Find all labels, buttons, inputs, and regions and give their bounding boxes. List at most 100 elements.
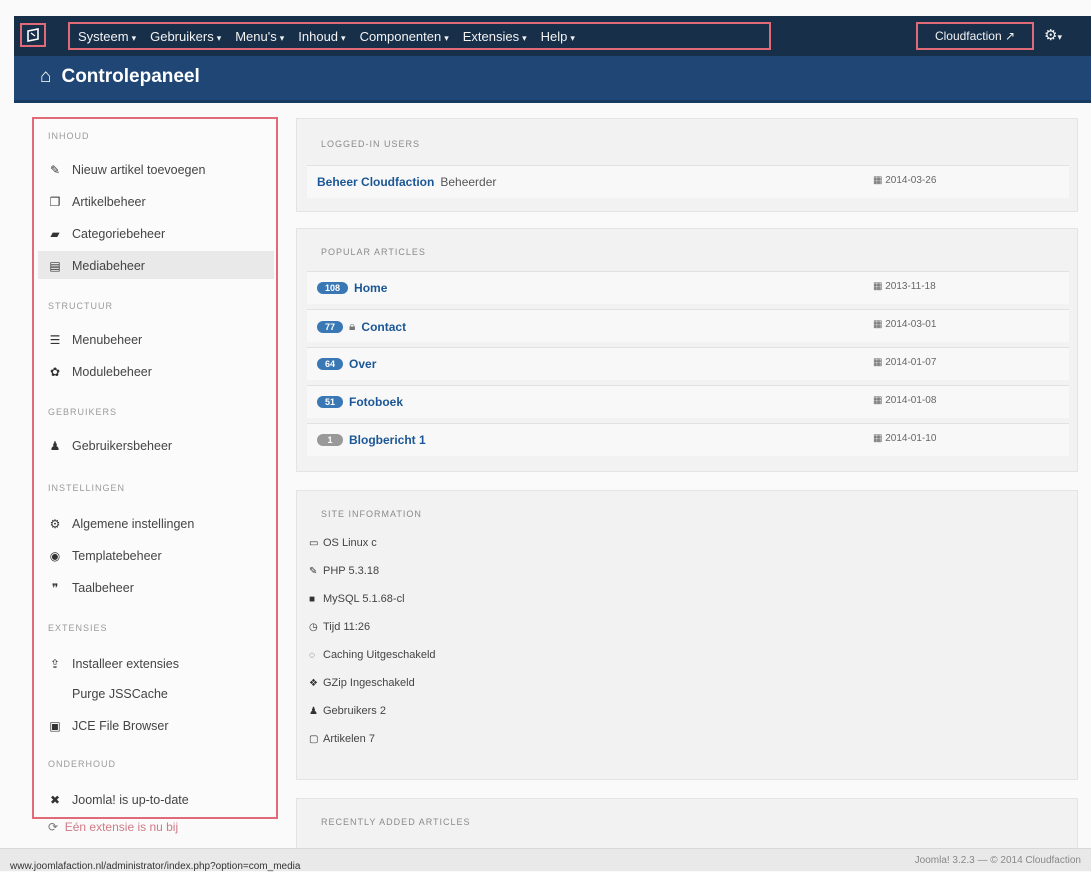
calendar-icon: ▦ [873,175,883,186]
article-link[interactable]: 64 Over [317,357,376,371]
external-link-icon: ↗ [1005,29,1016,43]
gear-icon: ⚙ [49,517,61,531]
eye-icon: ◉ [49,549,61,563]
sidebar-item-categories[interactable]: ▰ Categoriebeheer [48,227,165,241]
calendar-icon: ▦ [873,433,883,444]
menu-extensies[interactable]: Extensies ▾ [463,29,527,44]
sidebar-heading-gebruikers: GEBRUIKERS [48,407,118,417]
gear-icon[interactable]: ⚙▾ [1044,26,1062,44]
caret-down-icon: ▾ [444,32,449,43]
article-link[interactable]: 51 Fotoboek [317,395,403,409]
user-link[interactable]: Beheer Cloudfaction Beheerder [317,175,496,189]
lock-icon: 🔒︎ [349,319,356,333]
menu-inhoud[interactable]: Inhoud ▾ [298,29,345,44]
popular-articles-panel: POPULAR ARTICLES 108 Home ▦ 2013-11-18 77… [296,228,1078,472]
panel-title: SITE INFORMATION [321,509,422,519]
logged-in-users-panel: LOGGED-IN USERS Beheer Cloudfaction Behee… [296,118,1078,212]
sidebar-item-new-article[interactable]: ✎ Nieuw artikel toevoegen [48,163,205,177]
row-date: ▦ 2014-01-10 [873,433,937,444]
version-footer: Joomla! 3.2.3 — © 2014 Cloudfaction [914,855,1081,866]
sidebar-item-articles[interactable]: ❐ Artikelbeheer [48,195,146,209]
row-date: ▦ 2014-03-26 [873,175,937,186]
cache-icon: ◌ [309,649,315,661]
page-header: ⌂ Controlepaneel [14,56,1091,103]
menu-help[interactable]: Help ▾ [541,29,575,44]
site-info-time: ◷ Tijd 11:26 [309,621,371,633]
caret-down-icon: ▾ [570,32,575,43]
menu-menus[interactable]: Menu's ▾ [235,29,284,44]
user-icon: ♟ [309,705,318,717]
sidebar-item-media[interactable]: ▤ Mediabeheer [48,259,145,273]
database-icon: ■ [309,593,316,605]
sidebar-item-users[interactable]: ♟ Gebruikersbeheer [48,439,172,453]
sidebar-heading-extensies: EXTENSIES [48,623,108,633]
status-url: www.joomlafaction.nl/administrator/index… [10,861,301,872]
sidebar-item-jce-file-browser[interactable]: ▣ JCE File Browser [48,719,168,733]
row-date: ▦ 2014-03-01 [873,319,937,330]
sidebar-item-menus[interactable]: ☰ Menubeheer [48,333,143,347]
article-link[interactable]: 77 🔒︎ Contact [317,319,406,334]
gzip-icon: ❖ [309,677,318,689]
site-info-caching: ◌ Caching Uitgeschakeld [309,649,436,661]
sidebar-item-purge-cache[interactable]: Purge JSSCache [48,687,168,701]
sidebar-item-global-config[interactable]: ⚙ Algemene instellingen [48,517,195,531]
calendar-icon: ▦ [873,281,883,292]
menu-gebruikers[interactable]: Gebruikers ▾ [150,29,221,44]
page-title: ⌂ Controlepaneel [40,66,200,87]
panel-title: POPULAR ARTICLES [321,247,426,257]
article-link[interactable]: 1 Blogbericht 1 [317,433,426,447]
table-row: 51 Fotoboek ▦ 2014-01-08 [307,385,1069,418]
hits-badge: 108 [317,282,349,294]
main-menu: Systeem ▾ Gebruikers ▾ Menu's ▾ Inhoud ▾ Com… [68,22,771,50]
caret-down-icon: ▾ [216,32,222,43]
row-date: ▦ 2013-11-18 [873,281,936,292]
top-navbar: Systeem ▾ Gebruikers ▾ Menu's ▾ Inhoud ▾ Com… [14,16,1091,56]
caret-down-icon: ▾ [131,32,137,43]
joomla-logo-icon[interactable] [20,23,46,47]
table-row: 77 🔒︎ Contact ▦ 2014-03-01 [307,309,1069,342]
menu-systeem[interactable]: Systeem ▾ [78,29,136,44]
menu-componenten[interactable]: Componenten ▾ [360,29,449,44]
cube-icon: ✿ [49,365,61,379]
table-row: Beheer Cloudfaction Beheerder ▦ 2014-03-2… [307,165,1069,198]
site-information-panel: SITE INFORMATION ▭ OS Linux c ✎ PHP 5.3.18… [296,490,1078,780]
caret-down-icon: ▾ [522,32,527,43]
article-link[interactable]: 108 Home [317,281,387,295]
sidebar-item-templates[interactable]: ◉ Templatebeheer [48,549,162,563]
clock-icon: ◷ [309,621,318,633]
sidebar-item-joomla-uptodate[interactable]: ✖ Joomla! is up-to-date [48,793,189,807]
sidebar-item-languages[interactable]: ❞ Taalbeheer [48,581,134,595]
panel-title: RECENTLY ADDED ARTICLES [321,817,471,827]
wrench-icon: ✎ [309,565,318,577]
home-icon: ⌂ [40,66,52,87]
sidebar: INHOUD ✎ Nieuw artikel toevoegen ❐ Artikel… [32,117,278,819]
upload-icon: ⇪ [49,657,61,671]
pencil-icon: ✎ [49,163,61,177]
list-icon: ☰ [49,333,61,347]
file-icon: ▢ [309,733,319,745]
image-icon: ▤ [49,259,61,273]
hits-badge: 64 [317,358,344,370]
calendar-icon: ▦ [873,319,883,330]
site-info-users: ♟ Gebruikers 2 [309,705,386,717]
hits-badge: 51 [317,396,344,408]
sidebar-item-install-extensions[interactable]: ⇪ Installeer extensies [48,657,179,671]
refresh-icon: ⟳ [48,820,59,834]
sidebar-heading-inhoud: INHOUD [48,131,90,141]
site-info-php: ✎ PHP 5.3.18 [309,565,380,577]
status-bar: www.joomlafaction.nl/administrator/index… [0,848,1091,872]
calendar-icon: ▦ [873,357,883,368]
calendar-icon: ▦ [873,395,883,406]
extension-update-notice[interactable]: ⟳ Eén extensie is nu bij [48,820,178,834]
table-row: 1 Blogbericht 1 ▦ 2014-01-10 [307,423,1069,456]
sidebar-heading-onderhoud: ONDERHOUD [48,759,117,769]
joomla-icon: ✖ [49,793,61,807]
stack-icon: ❐ [49,195,61,209]
folder-icon: ▰ [50,227,60,241]
caret-down-icon: ▾ [279,32,285,43]
site-link-button[interactable]: Cloudfaction ↗ [916,22,1034,50]
sidebar-item-modules[interactable]: ✿ Modulebeheer [48,365,152,379]
site-info-mysql: ■ MySQL 5.1.68-cl [309,593,405,605]
caret-down-icon: ▾ [341,32,346,43]
site-info-os: ▭ OS Linux c [309,537,377,549]
